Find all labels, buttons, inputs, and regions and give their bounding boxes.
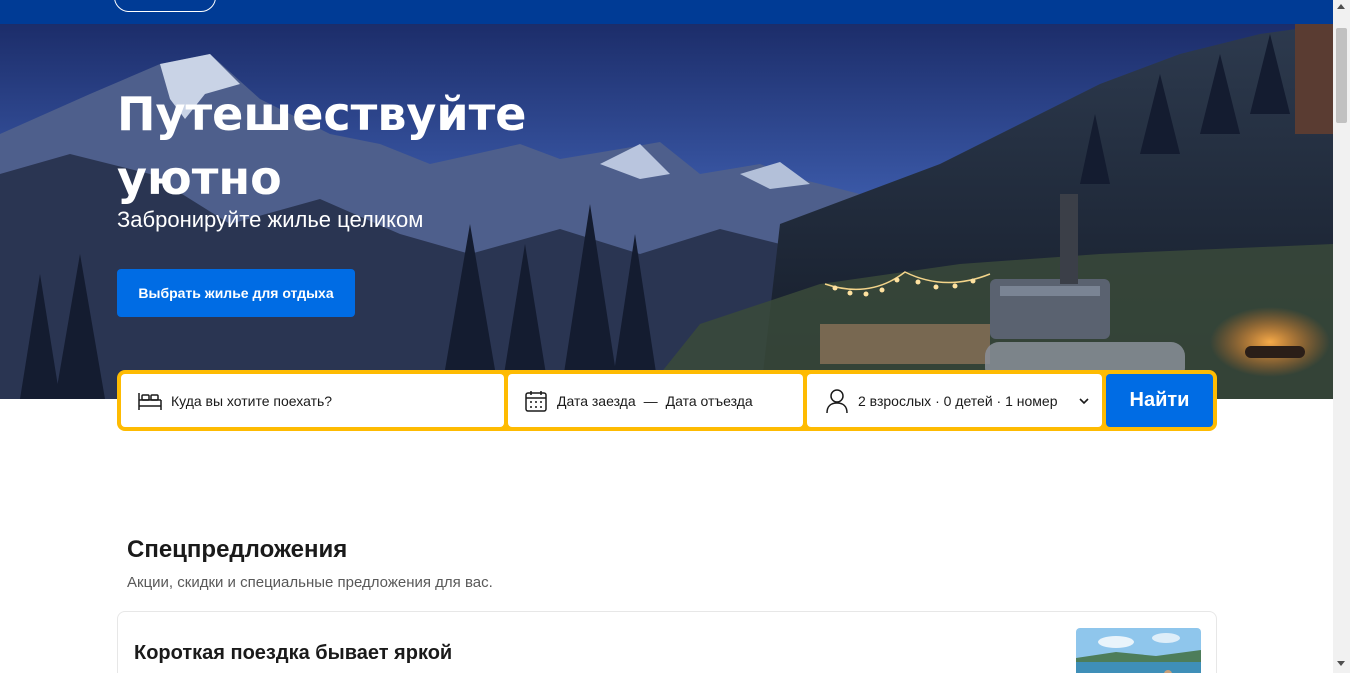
calendar-icon <box>523 388 549 414</box>
hero-title: Путешествуйте уютно <box>117 87 527 205</box>
destination-input[interactable]: Куда вы хотите поехать? <box>171 393 332 409</box>
hero-subtitle: Забронируйте жилье целиком <box>117 207 424 232</box>
top-header-bar <box>0 0 1333 24</box>
guests-summary: 2 взрослых · 0 детей · 1 номер <box>858 392 1058 409</box>
guests-field[interactable]: 2 взрослых · 0 детей · 1 номер <box>807 374 1102 427</box>
header-pill-button[interactable] <box>114 0 216 12</box>
person-icon <box>824 388 850 414</box>
checkout-date[interactable]: Дата отъезда <box>666 393 753 409</box>
destination-field[interactable]: Куда вы хотите поехать? <box>121 374 504 427</box>
deal-card-image <box>1076 628 1201 673</box>
scrollbar-thumb[interactable] <box>1336 28 1347 123</box>
browse-stays-button[interactable]: Выбрать жилье для отдыха <box>117 269 355 317</box>
checkin-date[interactable]: Дата заезда <box>557 393 636 409</box>
page-scrollbar[interactable] <box>1333 0 1350 673</box>
scroll-down-arrow-icon[interactable] <box>1337 661 1345 666</box>
date-separator: — <box>643 392 658 409</box>
search-bar: Куда вы хотите поехать? Дата заезда — Да… <box>117 370 1217 431</box>
date-range-field[interactable]: Дата заезда — Дата отъезда <box>508 374 803 427</box>
hero-banner: Путешествуйте уютно Забронируйте жилье ц… <box>0 24 1333 399</box>
bed-icon <box>137 388 163 414</box>
chevron-down-icon[interactable] <box>1078 394 1090 410</box>
deal-card[interactable]: Короткая поездка бывает яркой <box>117 611 1217 673</box>
scroll-up-arrow-icon[interactable] <box>1337 4 1345 9</box>
search-button[interactable]: Найти <box>1106 374 1213 427</box>
deal-card-title: Короткая поездка бывает яркой <box>134 642 453 664</box>
deals-section-subtitle: Акции, скидки и специальные предложения … <box>127 574 493 591</box>
deals-section-title: Спецпредложения <box>127 536 348 563</box>
